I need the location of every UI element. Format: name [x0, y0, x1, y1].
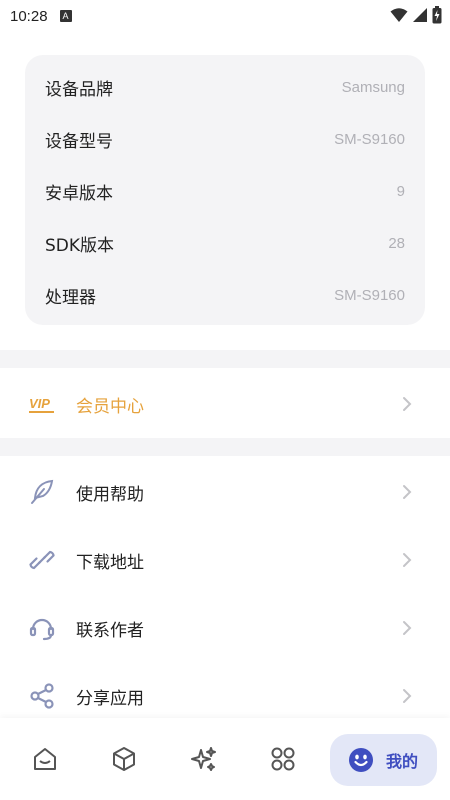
- section-divider: [0, 438, 450, 456]
- info-label: 设备型号: [45, 131, 113, 152]
- info-row-android-version: 安卓版本 9: [45, 165, 405, 217]
- vip-icon: VIP: [28, 390, 56, 418]
- nav-mine-label: 我的: [386, 752, 419, 771]
- svg-text:VIP: VIP: [29, 396, 50, 411]
- nav-apps[interactable]: [258, 734, 308, 784]
- menu-item-label: 分享应用: [76, 688, 144, 709]
- nav-sparkle[interactable]: [179, 734, 229, 784]
- info-label: 设备品牌: [45, 79, 113, 100]
- info-label: SDK版本: [45, 235, 115, 256]
- info-value: 9: [396, 182, 405, 200]
- headset-icon: [28, 614, 56, 642]
- feather-icon: [28, 478, 56, 506]
- vip-center-label: 会员中心: [76, 396, 144, 417]
- section-divider: [0, 350, 450, 368]
- device-info-card: 设备品牌 Samsung 设备型号 SM-S9160 安卓版本 9 SDK版本 …: [25, 55, 425, 325]
- notification-icon: A: [59, 10, 72, 22]
- info-row-processor: 处理器 SM-S9160: [45, 269, 405, 321]
- chevron-right-icon: [403, 485, 412, 499]
- info-label: 安卓版本: [45, 183, 113, 204]
- menu-item-help[interactable]: 使用帮助: [0, 458, 450, 526]
- info-value: SM-S9160: [334, 130, 405, 148]
- info-value: Samsung: [341, 78, 405, 96]
- menu-item-label: 联系作者: [76, 620, 144, 641]
- info-row-model: 设备型号 SM-S9160: [45, 113, 405, 165]
- menu-item-label: 下载地址: [76, 552, 144, 573]
- info-label: 处理器: [45, 287, 96, 308]
- info-value: SM-S9160: [334, 286, 405, 304]
- menu-item-contact[interactable]: 联系作者: [0, 594, 450, 662]
- status-time: 10:28: [10, 7, 48, 25]
- info-value: 28: [388, 234, 405, 252]
- bottom-nav: 我的: [0, 718, 450, 800]
- menu-item-label: 使用帮助: [76, 484, 144, 505]
- status-bar: 10:28 A: [0, 0, 450, 32]
- info-row-brand: 设备品牌 Samsung: [45, 61, 405, 113]
- nav-cube[interactable]: [99, 734, 149, 784]
- info-row-sdk: SDK版本 28: [45, 217, 405, 269]
- nav-home[interactable]: [20, 734, 70, 784]
- smile-icon: [349, 748, 373, 772]
- nav-mine-active[interactable]: 我的: [330, 734, 437, 786]
- home-icon: [34, 748, 56, 770]
- chevron-right-icon: [403, 621, 412, 635]
- share-icon: [28, 682, 56, 710]
- vip-center-item[interactable]: VIP 会员中心: [0, 370, 450, 438]
- signal-icon: [413, 8, 427, 22]
- cube-icon: [113, 747, 135, 771]
- apps-icon: [271, 747, 295, 771]
- battery-icon: [432, 6, 442, 24]
- wifi-icon: [390, 8, 408, 22]
- link-icon: [28, 546, 56, 574]
- status-indicators: [390, 6, 442, 24]
- sparkle-icon: [191, 747, 216, 771]
- chevron-right-icon: [403, 689, 412, 703]
- menu-item-download[interactable]: 下载地址: [0, 526, 450, 594]
- chevron-right-icon: [403, 397, 412, 411]
- chevron-right-icon: [403, 553, 412, 567]
